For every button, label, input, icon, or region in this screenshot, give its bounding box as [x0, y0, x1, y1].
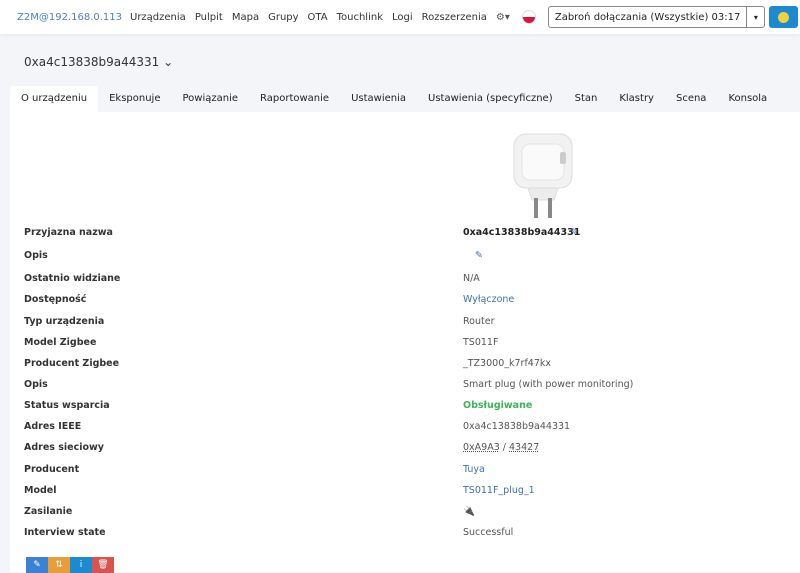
label: Typ urządzenia [24, 316, 105, 327]
plug-icon: 🔌 [463, 506, 475, 517]
nav-map[interactable]: Mapa [232, 12, 259, 23]
tab-settings[interactable]: Ustawienia [340, 86, 417, 112]
tab-state[interactable]: Stan [564, 86, 609, 112]
value: N/A [463, 273, 480, 284]
tabs: O urządzeniu Eksponuje Powiązanie Raport… [10, 86, 778, 112]
label: Model Zigbee [24, 337, 97, 348]
support-status-link[interactable]: Obsługiwane [463, 400, 532, 411]
row-interview-state: Interview state Successful [24, 527, 724, 543]
device-title: 0xa4c13838b9a44331 [24, 55, 160, 69]
tab-scene[interactable]: Scena [665, 86, 717, 112]
dec-address: 43427 [509, 442, 540, 453]
permit-join-group: Zabroń dołączania (Wszystkie) 03:17 ▾ [547, 6, 766, 28]
nav-ota[interactable]: OTA [308, 12, 328, 23]
language-flag-icon[interactable] [521, 10, 536, 24]
device-image [513, 133, 573, 218]
edit-icon[interactable]: ✎ [564, 227, 578, 238]
edit-icon: ✎ [33, 560, 41, 570]
tab-about[interactable]: O urządzeniu [10, 86, 99, 112]
tab-bind[interactable]: Powiązanie [172, 86, 250, 112]
tab-console[interactable]: Konsola [717, 86, 778, 112]
label: Producent [24, 464, 80, 475]
row-friendly-name: Przyjazna nazwa 0xa4c13838b9a44331 ✎ [24, 227, 724, 243]
label: Adres IEEE [24, 421, 82, 432]
tab-reporting[interactable]: Raportowanie [249, 86, 340, 112]
row-description: Opis ✎ [24, 250, 724, 266]
nav-logs[interactable]: Logi [392, 12, 413, 23]
tab-clusters[interactable]: Klastry [608, 86, 665, 112]
trash-icon: 🗑 [97, 560, 109, 570]
label: Opis [24, 250, 48, 261]
manufacturer-link[interactable]: Tuya [463, 464, 485, 475]
row-last-seen: Ostatnio widziane N/A [24, 273, 724, 289]
brand-link[interactable]: Z2M@192.168.0.113 [17, 12, 122, 23]
value: _TZ3000_k7rf47kx [463, 358, 551, 369]
permit-join-button[interactable]: Zabroń dołączania (Wszystkie) 03:17 [549, 12, 747, 23]
model-link[interactable]: TS011F_plug_1 [463, 485, 535, 496]
settings-gear-icon[interactable]: ⚙▾ [496, 12, 510, 23]
label: Dostępność [24, 294, 87, 305]
reconfigure-button[interactable]: ⇅ [48, 557, 70, 573]
chevron-down-icon[interactable]: ▾ [746, 7, 764, 27]
nav-dashboard[interactable]: Pulpit [195, 12, 223, 23]
separator: / [499, 442, 510, 453]
nav-touchlink[interactable]: Touchlink [337, 12, 383, 23]
nav-extensions[interactable]: Rozszerzenia [422, 12, 487, 23]
row-device-type: Typ urządzenia Router [24, 316, 724, 332]
edit-icon[interactable]: ✎ [469, 250, 483, 261]
value: 0xa4c13838b9a44331 [463, 421, 571, 432]
label: Przyjazna nazwa [24, 227, 113, 238]
row-availability: Dostępność Wyłączone [24, 294, 724, 310]
label: Adres sieciowy [24, 442, 104, 453]
value: Smart plug (with power monitoring) [463, 379, 634, 390]
label: Producent Zigbee [24, 358, 120, 369]
info-icon: i [79, 560, 83, 570]
tab-settings-specific[interactable]: Ustawienia (specyficzne) [417, 86, 564, 112]
label: Status wsparcia [24, 400, 110, 411]
label: Zasilanie [24, 506, 73, 517]
row-model: Model TS011F_plug_1 [24, 485, 724, 501]
value: Successful [463, 527, 514, 538]
nav-groups[interactable]: Grupy [268, 12, 298, 23]
refresh-icon: ⇅ [55, 560, 63, 570]
chevron-down-icon: ⌄ [163, 55, 174, 69]
label: Interview state [24, 527, 106, 538]
device-selector[interactable]: 0xa4c13838b9a44331 ⌄ [24, 55, 173, 69]
navbar: Z2M@192.168.0.113 Urządzenia Pulpit Mapa… [0, 0, 800, 34]
row-zigbee-model: Model Zigbee TS011F [24, 337, 724, 353]
rename-button[interactable]: ✎ [26, 557, 48, 573]
value: TS011F [463, 337, 499, 348]
row-zigbee-manufacturer: Producent Zigbee _TZ3000_k7rf47kx [24, 358, 724, 374]
label: Opis [24, 379, 48, 390]
remove-button[interactable]: 🗑 [92, 557, 114, 573]
value: 0xa4c13838b9a44331 [463, 227, 581, 238]
row-power-source: Zasilanie 🔌 [24, 506, 724, 522]
nav-devices[interactable]: Urządzenia [130, 12, 186, 23]
availability-link[interactable]: Wyłączone [463, 294, 514, 305]
hex-address: 0xA9A3 [463, 442, 500, 453]
label: Model [24, 485, 57, 496]
smiley-icon [778, 11, 790, 23]
row-description-model: Opis Smart plug (with power monitoring) [24, 379, 724, 395]
row-support-status: Status wsparcia Obsługiwane [24, 400, 724, 416]
device-actions: ✎ ⇅ i 🗑 [26, 557, 114, 573]
row-network-address: Adres sieciowy 0xA9A3 / 43427 [24, 442, 724, 458]
theme-toggle-button[interactable] [769, 6, 799, 28]
value: Router [463, 316, 495, 327]
row-ieee-address: Adres IEEE 0xa4c13838b9a44331 [24, 421, 724, 437]
interview-button[interactable]: i [70, 557, 92, 573]
tab-exposes[interactable]: Eksponuje [98, 86, 171, 112]
row-manufacturer: Producent Tuya [24, 464, 724, 480]
label: Ostatnio widziane [24, 273, 121, 284]
